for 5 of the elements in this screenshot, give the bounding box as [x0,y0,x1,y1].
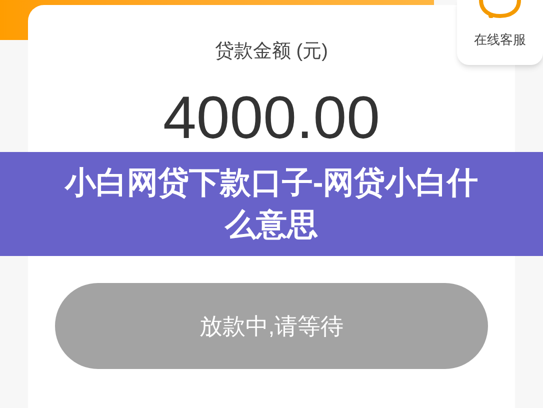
loan-amount: 4000.00 [163,86,380,150]
customer-service-label: 在线客服 [474,32,526,48]
loan-amount-label: 贷款金额 (元) [215,40,328,64]
customer-service-button[interactable]: 在线客服 [457,0,543,65]
banner-title: 小白网贷下款口子-网贷小白什么意思 [64,164,480,244]
